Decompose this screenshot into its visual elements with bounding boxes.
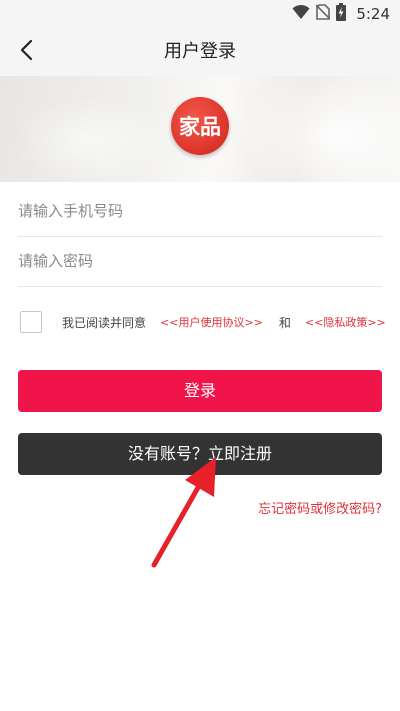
privacy-policy-link[interactable]: <<隐私政策>> [305, 314, 386, 330]
header-bar: 用户登录 [0, 28, 400, 76]
header-banner: 家品 [0, 76, 400, 182]
agreement-row: 我已阅读并同意 <<用户使用协议>> 和 <<隐私政策>> [20, 309, 390, 335]
status-time: 5:24 [356, 5, 390, 23]
phone-field [18, 186, 382, 237]
user-agreement-link[interactable]: <<用户使用协议>> [160, 314, 263, 330]
status-icons: 5:24 [292, 3, 390, 25]
password-field [18, 236, 382, 287]
phone-input[interactable] [18, 186, 382, 236]
register-button[interactable]: 没有账号？立即注册 [18, 433, 382, 475]
battery-charging-icon [336, 3, 347, 25]
banner-highlight [240, 76, 400, 182]
agreement-and: 和 [278, 315, 291, 330]
back-button[interactable] [12, 38, 40, 66]
banner-highlight-secondary [10, 96, 170, 182]
login-page: 5:24 用户登录 家品 我已阅读并同意 <<用户使用协议>> 和 <<隐私政策… [0, 0, 400, 711]
forgot-password-link[interactable]: 忘记密码或修改密码? [258, 498, 382, 517]
app-logo: 家品 [171, 97, 229, 155]
page-title: 用户登录 [164, 41, 236, 62]
no-sim-icon [315, 4, 331, 24]
chevron-left-icon [19, 39, 33, 65]
status-bar: 5:24 [0, 0, 400, 28]
agreement-prefix: 我已阅读并同意 [62, 315, 147, 330]
wifi-icon [292, 4, 310, 24]
agreement-checkbox[interactable] [20, 311, 42, 333]
password-input[interactable] [18, 236, 382, 286]
login-button[interactable]: 登录 [18, 370, 382, 412]
